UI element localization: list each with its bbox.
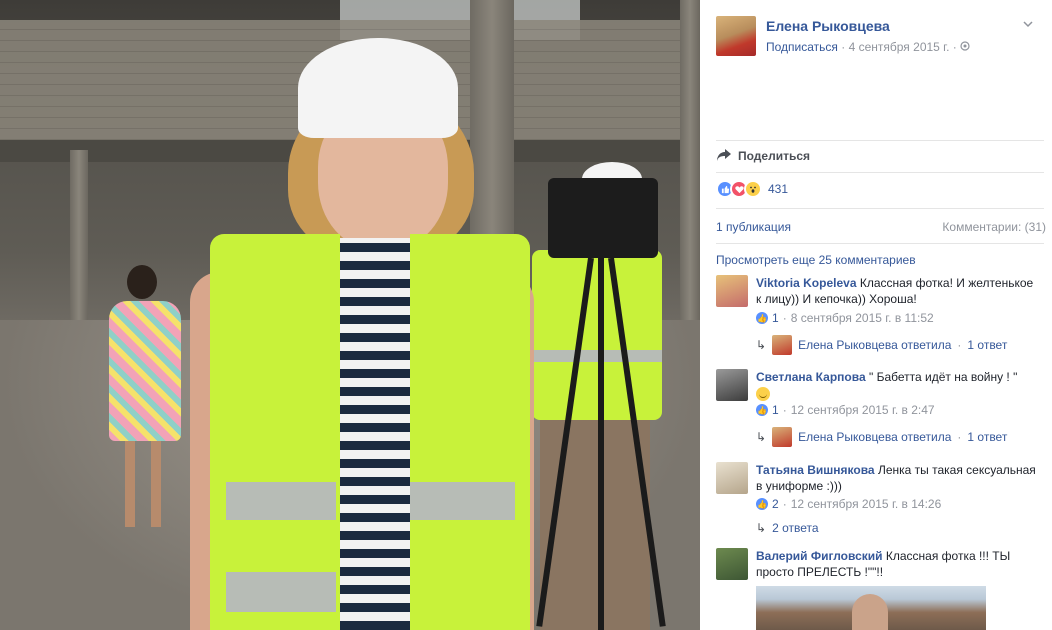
- share-button[interactable]: Поделиться: [716, 146, 810, 166]
- like-icon: 👍: [756, 404, 768, 416]
- reply-avatar: [772, 427, 793, 447]
- comment-body: Светлана Карпова " Бабетта идёт на войну…: [756, 369, 1038, 401]
- meta-separator: ·: [957, 338, 962, 352]
- subscribe-link[interactable]: Подписаться: [766, 40, 838, 54]
- safety-vest: [210, 234, 340, 630]
- comment-meta: 👍 1 · 8 сентября 2015 г. в 11:52: [756, 311, 934, 325]
- like-icon: 👍: [756, 498, 768, 510]
- reply-row[interactable]: ↳ 2 ответа: [756, 521, 819, 535]
- meta-separator: ·: [841, 40, 846, 54]
- view-more-comments-link[interactable]: Просмотреть еще 25 комментариев: [716, 253, 916, 267]
- share-arrow-icon: [716, 148, 732, 165]
- post-sidebar: Елена Рыковцева Подписаться · 4 сентября…: [700, 0, 1052, 630]
- comment-body: Валерий Фигловский Классная фотка !!! ТЫ…: [756, 548, 1038, 580]
- post-stats: 1 публикация Комментарии: (31): [716, 220, 1046, 234]
- divider: [716, 243, 1044, 244]
- reply-arrow-icon: ↳: [756, 521, 767, 535]
- smile-emoji-icon: [756, 386, 770, 401]
- globe-icon: [960, 40, 970, 54]
- commenter-avatar[interactable]: [716, 462, 748, 494]
- reply-count[interactable]: 2 ответа: [772, 521, 818, 535]
- hardhat: [298, 38, 458, 138]
- woman-in-hardhat: [180, 12, 540, 630]
- chevron-down-icon[interactable]: [1022, 18, 1036, 32]
- divider: [716, 208, 1044, 209]
- comment-image-preview[interactable]: [756, 586, 986, 630]
- reaction-count[interactable]: 431: [768, 182, 788, 196]
- comment-time[interactable]: 12 сентября 2015 г. в 14:26: [791, 497, 942, 511]
- concrete-pillar: [680, 0, 700, 330]
- post-meta: Подписаться · 4 сентября 2015 г. ·: [766, 40, 970, 54]
- reply-count[interactable]: 1 ответ: [967, 338, 1007, 352]
- comment-body: Viktoria Kopeleva Классная фотка! И желт…: [756, 275, 1038, 307]
- publications-link[interactable]: 1 публикация: [716, 220, 791, 234]
- divider: [716, 140, 1044, 141]
- tripod-leg: [598, 258, 604, 630]
- comment-meta: 👍 2 · 12 сентября 2015 г. в 14:26: [756, 497, 941, 511]
- commenter-name[interactable]: Валерий Фигловский: [756, 549, 883, 563]
- divider: [716, 172, 1044, 173]
- wow-icon: [744, 180, 762, 198]
- reply-row[interactable]: ↳ Елена Рыковцева ответила · 1 ответ: [756, 427, 1007, 447]
- commenter-avatar[interactable]: [716, 369, 748, 401]
- meta-separator: ·: [782, 311, 787, 325]
- reply-author[interactable]: Елена Рыковцева ответила: [798, 338, 951, 352]
- comment-like-count[interactable]: 1: [772, 403, 779, 417]
- background-girl: [105, 265, 185, 535]
- commenter-name[interactable]: Viktoria Kopeleva: [756, 276, 857, 290]
- reply-avatar: [772, 335, 793, 355]
- reply-row[interactable]: ↳ Елена Рыковцева ответила · 1 ответ: [756, 335, 1007, 355]
- reply-author[interactable]: Елена Рыковцева ответила: [798, 430, 951, 444]
- reply-count[interactable]: 1 ответ: [967, 430, 1007, 444]
- meta-separator: ·: [957, 430, 962, 444]
- comment-body: Татьяна Вишнякова Ленка ты такая сексуал…: [756, 462, 1038, 494]
- post-header: Елена Рыковцева Подписаться · 4 сентября…: [716, 16, 1036, 60]
- commenter-name[interactable]: Светлана Карпова: [756, 370, 866, 384]
- comment-time[interactable]: 8 сентября 2015 г. в 11:52: [791, 311, 934, 325]
- video-camera: [548, 178, 658, 258]
- reply-arrow-icon: ↳: [756, 338, 767, 352]
- comment-like-count[interactable]: 1: [772, 311, 779, 325]
- author-name-link[interactable]: Елена Рыковцева: [766, 18, 890, 34]
- comment-time[interactable]: 12 сентября 2015 г. в 2:47: [791, 403, 935, 417]
- like-icon: 👍: [756, 312, 768, 324]
- commenter-name[interactable]: Татьяна Вишнякова: [756, 463, 875, 477]
- post-date[interactable]: 4 сентября 2015 г.: [849, 40, 950, 54]
- post-photo[interactable]: [0, 0, 700, 630]
- share-label: Поделиться: [738, 149, 811, 163]
- meta-separator: ·: [782, 403, 787, 417]
- comment-like-count[interactable]: 2: [772, 497, 779, 511]
- concrete-pillar: [70, 150, 88, 320]
- meta-separator: ·: [782, 497, 787, 511]
- commenter-avatar[interactable]: [716, 275, 748, 307]
- reply-arrow-icon: ↳: [756, 430, 767, 444]
- comment-text: " Бабетта идёт на войну ! ": [868, 370, 1018, 384]
- meta-separator: ·: [952, 40, 957, 54]
- comment-meta: 👍 1 · 12 сентября 2015 г. в 2:47: [756, 403, 935, 417]
- comments-count[interactable]: Комментарии: (31): [942, 220, 1046, 234]
- commenter-avatar[interactable]: [716, 548, 748, 580]
- reactions-summary[interactable]: 431: [716, 180, 788, 198]
- author-avatar[interactable]: [716, 16, 756, 56]
